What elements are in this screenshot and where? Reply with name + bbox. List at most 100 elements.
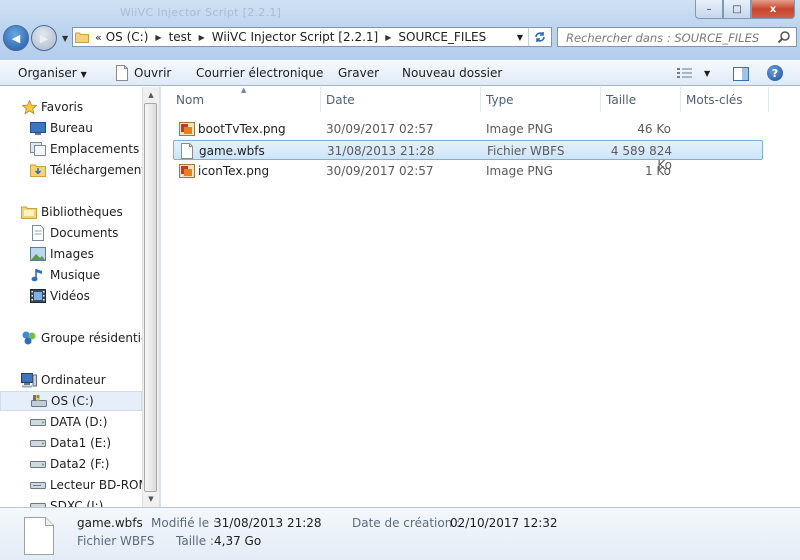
- homegroup-icon: [21, 330, 37, 346]
- nav-item-label: Téléchargements: [50, 163, 153, 177]
- recent-places-icon: [30, 141, 46, 157]
- view-options-icon[interactable]: [677, 67, 693, 79]
- search-placeholder: Rechercher dans : SOURCE_FILES: [566, 31, 760, 45]
- scrollbar-thumb[interactable]: [144, 103, 157, 492]
- nav-item-bd-rom[interactable]: Lecteur BD-ROM: [30, 475, 149, 495]
- nav-item-drive-d[interactable]: DATA (D:): [30, 412, 107, 432]
- breadcrumb-wiivc[interactable]: WiiVC Injector Script [2.2.1]: [210, 30, 380, 44]
- address-bar[interactable]: « OS (C:) ▶ test ▶ WiiVC Injector Script…: [72, 27, 552, 47]
- file-row-icontex[interactable]: iconTex.png 30/09/2017 02:57 Image PNG 1…: [173, 161, 763, 181]
- file-size: 46 Ko: [637, 122, 671, 136]
- nav-item-drive-c[interactable]: OS (C:): [0, 391, 142, 411]
- search-icon[interactable]: [777, 30, 791, 44]
- details-created-value: 02/10/2017 12:32: [450, 516, 558, 530]
- nav-item-label: Musique: [50, 268, 101, 282]
- nav-item-drive-e[interactable]: Data1 (E:): [30, 433, 111, 453]
- nav-item-bureau[interactable]: Bureau: [30, 118, 93, 138]
- column-header-label: Mots-clés: [686, 92, 743, 107]
- navigation-buttons: ◀ ▶ ▼: [3, 25, 68, 51]
- scroll-down-arrow-icon[interactable]: ▼: [143, 491, 159, 507]
- png-image-icon: [179, 122, 195, 136]
- column-header-tags[interactable]: Mots-clés: [681, 87, 769, 112]
- breadcrumb-os-c[interactable]: OS (C:): [104, 30, 151, 44]
- column-header-date[interactable]: Date: [321, 87, 481, 112]
- details-pane: game.wbfs Fichier WBFS Modifié le : 31/0…: [0, 507, 800, 560]
- search-box[interactable]: Rechercher dans : SOURCE_FILES: [557, 27, 797, 47]
- windows-drive-icon: [31, 393, 47, 409]
- breadcrumb-source-files[interactable]: SOURCE_FILES: [396, 30, 488, 44]
- close-button[interactable]: x: [751, 0, 795, 19]
- nav-item-label: Data2 (F:): [50, 457, 110, 471]
- breadcrumb-separator-icon[interactable]: ▶: [150, 33, 166, 42]
- nav-computer-label: Ordinateur: [41, 373, 106, 387]
- details-modified-value: 31/08/2013 21:28: [214, 516, 322, 530]
- column-header-type[interactable]: Type: [481, 87, 601, 112]
- nav-item-videos[interactable]: Vidéos: [30, 286, 90, 306]
- star-icon: [21, 99, 37, 115]
- forward-button[interactable]: ▶: [31, 25, 57, 51]
- help-icon[interactable]: ?: [767, 65, 783, 81]
- details-file-type: Fichier WBFS: [77, 534, 155, 548]
- scroll-up-arrow-icon[interactable]: ▲: [143, 87, 159, 103]
- png-image-icon: [179, 164, 195, 178]
- video-film-icon: [30, 288, 46, 304]
- nav-item-documents[interactable]: Documents: [30, 223, 118, 243]
- breadcrumb-separator-icon[interactable]: ▶: [380, 33, 396, 42]
- title-bar: WiiVC Injector Script [2.2.1] – □ x ◀ ▶ …: [0, 0, 800, 60]
- breadcrumb-test[interactable]: test: [167, 30, 194, 44]
- nav-item-drive-f[interactable]: Data2 (F:): [30, 454, 109, 474]
- address-overflow-chevron[interactable]: «: [95, 31, 102, 44]
- desktop-icon: [30, 120, 46, 136]
- maximize-button[interactable]: □: [723, 0, 751, 19]
- nav-homegroup[interactable]: Groupe résidentiel: [21, 328, 152, 348]
- new-folder-button[interactable]: Nouveau dossier: [402, 66, 502, 80]
- downloads-folder-icon: [30, 162, 46, 178]
- nav-pane-scrollbar[interactable]: ▲ ▼: [142, 87, 159, 507]
- preview-pane-icon[interactable]: [733, 66, 749, 82]
- nav-favorites[interactable]: Favoris: [21, 97, 83, 117]
- nav-item-label: Lecteur BD-ROM: [50, 478, 149, 492]
- view-dropdown-icon[interactable]: ▼: [704, 69, 710, 78]
- file-type: Image PNG: [486, 164, 553, 178]
- column-header-size[interactable]: Taille: [601, 87, 681, 112]
- file-row-boottvtex[interactable]: bootTvTex.png 30/09/2017 02:57 Image PNG…: [173, 119, 763, 139]
- nav-item-label: DATA (D:): [50, 415, 108, 429]
- nav-item-label: Data1 (E:): [50, 436, 112, 450]
- refresh-button[interactable]: [528, 28, 551, 46]
- nav-computer[interactable]: Ordinateur: [21, 370, 106, 390]
- details-size-value: 4,37 Go: [214, 534, 262, 548]
- nav-item-label: SDXC (I:): [50, 499, 104, 507]
- column-header-name[interactable]: ▲ Nom: [161, 86, 321, 112]
- nav-item-downloads[interactable]: Téléchargements: [30, 160, 152, 180]
- command-bar: Organiser ▼ Ouvrir Courrier électronique …: [0, 60, 800, 86]
- libraries-icon: [21, 204, 37, 220]
- sort-ascending-icon: ▲: [241, 86, 247, 94]
- column-header-label: Nom: [176, 92, 205, 107]
- file-row-game-wbfs[interactable]: game.wbfs 31/08/2013 21:28 Fichier WBFS …: [173, 140, 763, 172]
- minimize-button[interactable]: –: [695, 0, 723, 19]
- nav-item-recent-places[interactable]: Emplacements ré: [30, 139, 155, 159]
- nav-item-images[interactable]: Images: [30, 244, 94, 264]
- nav-item-label: Bureau: [50, 121, 93, 135]
- nav-libraries[interactable]: Bibliothèques: [21, 202, 123, 222]
- details-size-label: Taille :: [176, 534, 214, 548]
- nav-libraries-label: Bibliothèques: [41, 205, 123, 219]
- nav-item-sdxc[interactable]: SDXC (I:): [30, 496, 103, 507]
- nav-item-label: Images: [50, 247, 94, 261]
- breadcrumb-separator-icon[interactable]: ▶: [194, 33, 210, 42]
- recent-pages-dropdown-icon[interactable]: ▼: [62, 34, 68, 43]
- details-created-label: Date de création :: [352, 516, 461, 530]
- file-size: 1 Ko: [644, 164, 671, 178]
- file-type: Image PNG: [486, 122, 553, 136]
- hard-drive-icon: [30, 414, 46, 430]
- nav-item-music[interactable]: Musique: [30, 265, 100, 285]
- burn-button[interactable]: Graver: [338, 66, 379, 80]
- address-history-dropdown-icon[interactable]: ▼: [511, 28, 529, 46]
- nav-item-label: Vidéos: [50, 289, 90, 303]
- organize-label: Organiser: [18, 66, 77, 80]
- email-button[interactable]: Courrier électronique: [196, 66, 323, 80]
- back-button[interactable]: ◀: [3, 25, 29, 51]
- open-button[interactable]: Ouvrir: [134, 66, 171, 80]
- organize-button[interactable]: Organiser ▼: [18, 66, 87, 80]
- navigation-pane: Favoris Bureau Emplacements ré Télécharg…: [0, 87, 160, 507]
